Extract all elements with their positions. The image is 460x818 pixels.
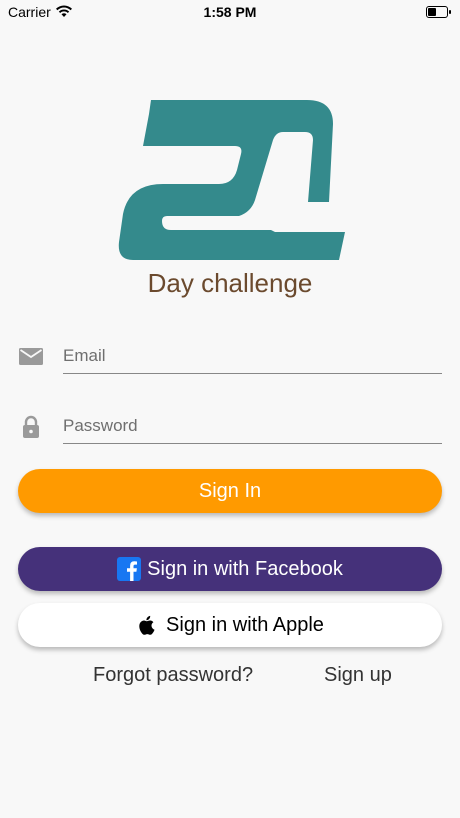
apple-sign-in-label: Sign in with Apple [166,613,324,636]
sign-in-label: Sign In [198,479,262,502]
password-input[interactable] [63,408,442,444]
apple-icon [136,613,160,637]
apple-sign-in-button[interactable]: Sign in with Apple [18,603,442,647]
lock-icon [18,414,44,440]
logo [118,100,345,260]
facebook-icon [117,557,142,581]
sign-up-link[interactable]: Sign up [324,664,392,687]
clock: 1:58 PM [203,4,257,20]
password-field-group [18,402,442,452]
facebook-sign-in-button[interactable]: Sign in with Facebook [18,547,442,591]
battery-icon [426,6,451,18]
sign-in-button[interactable]: Sign In [18,469,442,513]
email-field-group [18,332,442,382]
email-input[interactable] [63,338,442,374]
forgot-password-link[interactable]: Forgot password? [93,664,253,687]
mail-icon [18,344,44,370]
facebook-sign-in-label: Sign in with Facebook [147,557,343,580]
tagline: Day challenge [147,268,313,298]
status-bar: Carrier 1:58 PM [0,0,460,24]
